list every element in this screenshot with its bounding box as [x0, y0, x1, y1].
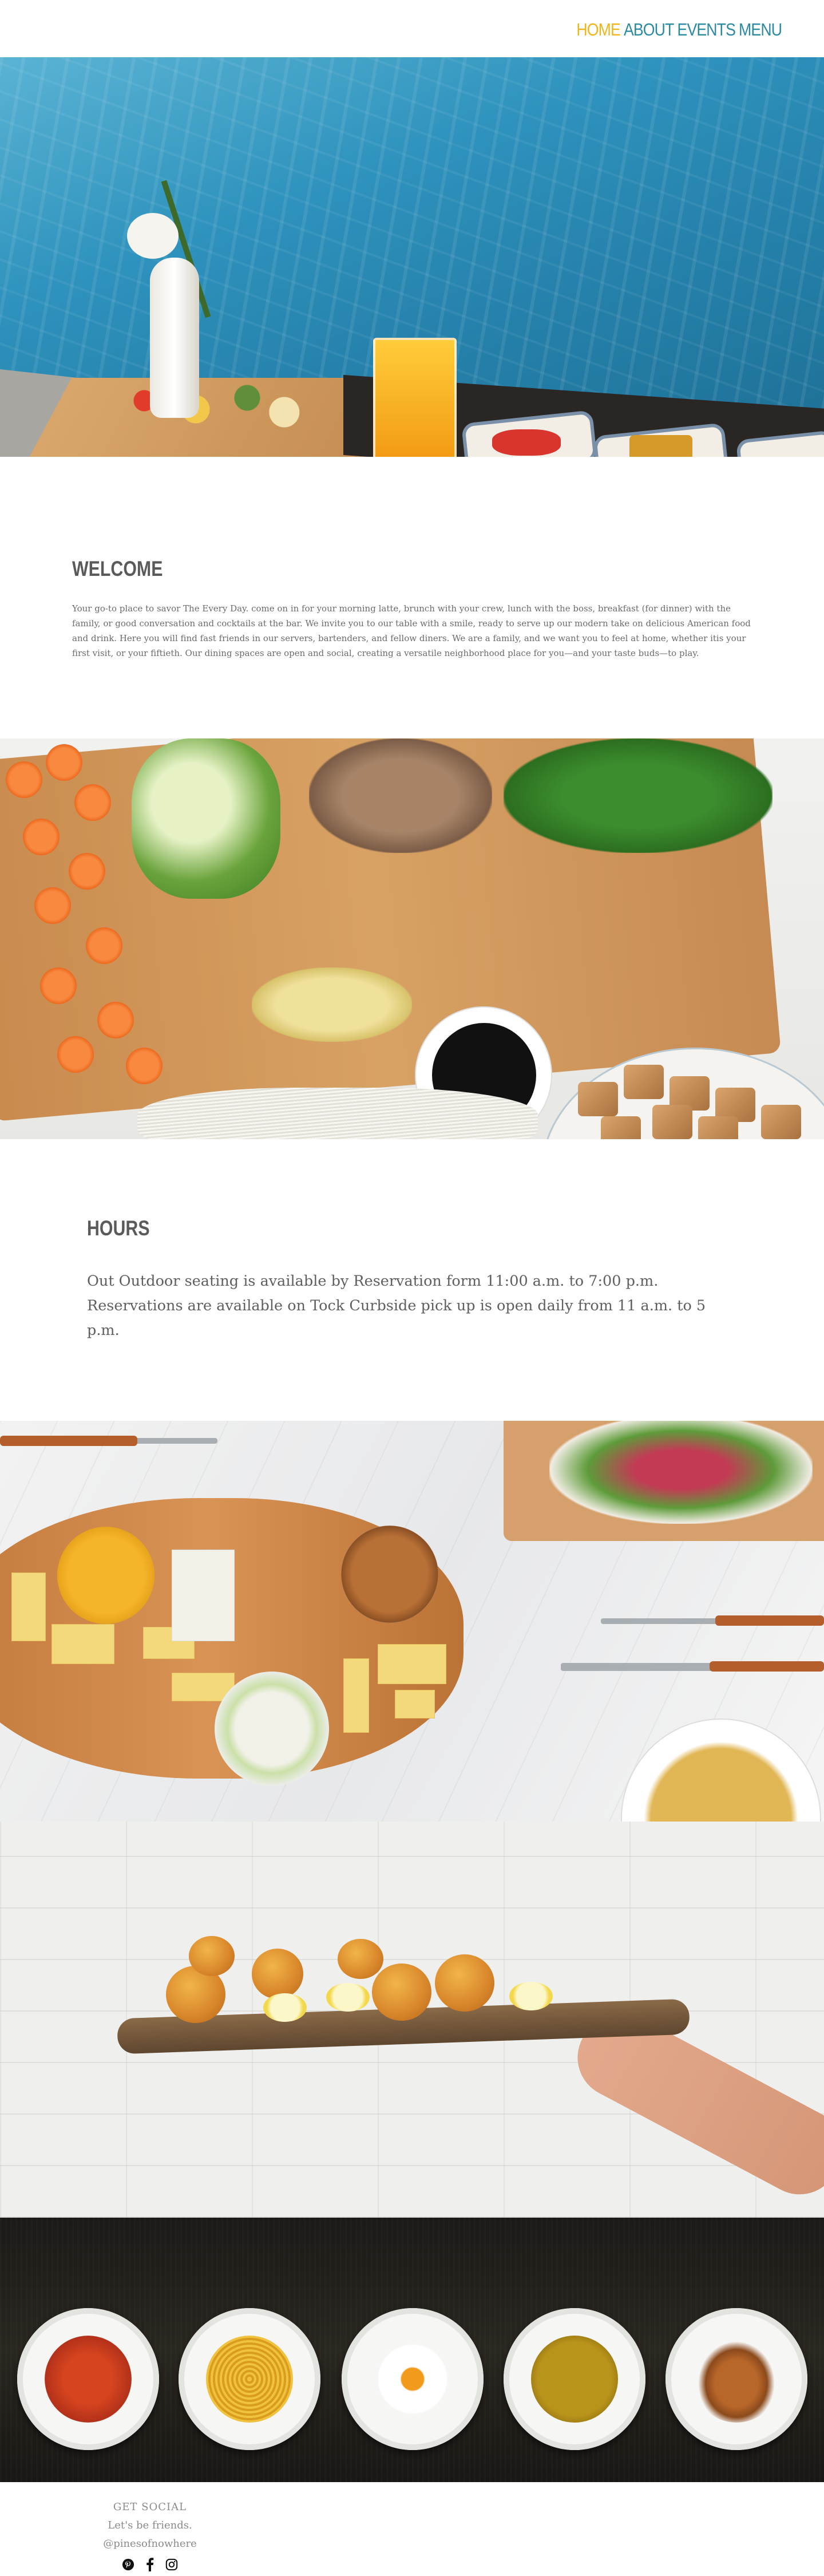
lemon-wedge	[326, 1983, 370, 2012]
carrot-slice	[23, 819, 60, 855]
fork-handle	[715, 1615, 824, 1626]
social-icons	[60, 2558, 240, 2571]
cheese-block	[378, 1644, 446, 1684]
white-flower	[127, 213, 179, 259]
cheese-block	[395, 1690, 435, 1718]
cheese-board-image	[0, 1421, 824, 1822]
facebook-icon[interactable]	[143, 2558, 157, 2571]
carrot-slice	[86, 927, 122, 964]
lemon-wedge	[509, 1982, 553, 2010]
footer: GET SOCIAL Let's be friends. @pinesofnow…	[0, 2482, 824, 2571]
vegetables-image	[0, 738, 824, 1139]
carrot-slice	[57, 1036, 94, 1073]
hours-line-pickup: Reservations are available on Tock Curbs…	[87, 1297, 706, 1339]
tomato-stew	[45, 2336, 132, 2423]
tomato-slices	[492, 429, 561, 456]
carrot-slice	[69, 853, 105, 890]
carrot-slice	[97, 1002, 134, 1038]
plate-puree	[504, 2308, 645, 2450]
dip-bowl	[215, 1672, 329, 1786]
salad	[549, 1421, 813, 1524]
hours-text: Out Outdoor seating is available by Rese…	[87, 1269, 737, 1343]
honeycomb	[629, 435, 692, 457]
plate-soup	[17, 2308, 159, 2450]
carrot-slice	[6, 761, 42, 798]
tofu-cube	[761, 1105, 801, 1139]
hours-line-outdoor: Out Outdoor seating is available by Rese…	[87, 1273, 659, 1290]
welcome-title: WELCOME	[72, 557, 163, 580]
lemon-wedge	[263, 1993, 307, 2022]
croquettes-image	[0, 1822, 824, 2218]
snack-assortment	[103, 378, 309, 435]
orange-juice-glass	[373, 338, 457, 457]
croquette	[435, 1954, 494, 2012]
tofu-cube	[624, 1065, 664, 1099]
blue-cheese	[172, 1550, 235, 1641]
social-handle: Let's be friends. @pinesofnowhere	[103, 2519, 197, 2550]
carrot-slice	[46, 744, 82, 781]
pinterest-icon[interactable]	[121, 2558, 135, 2571]
carrot-slice	[40, 967, 77, 1004]
plates-image	[0, 2218, 824, 2482]
fried-egg	[369, 2336, 456, 2423]
hero-image	[0, 57, 824, 457]
rice-noodles	[137, 1088, 538, 1139]
herbs	[504, 738, 772, 853]
croquette	[372, 1963, 431, 2021]
croquette	[189, 1936, 235, 1976]
nav-menu[interactable]: MENU	[739, 19, 782, 40]
hours-title: HOURS	[87, 1216, 150, 1240]
welcome-section: WELCOME Your go-to place to savor The Ev…	[0, 457, 824, 738]
knife-handle	[710, 1661, 824, 1672]
plate-croissant	[665, 2308, 807, 2450]
cheese-block	[11, 1573, 46, 1641]
main-nav: HOME ABOUT EVENTS MENU	[576, 19, 782, 40]
tofu-cube	[578, 1082, 618, 1116]
pea-soup	[531, 2336, 618, 2423]
social-block: GET SOCIAL Let's be friends. @pinesofnow…	[60, 2498, 240, 2571]
chopped-garlic	[252, 967, 412, 1042]
honey-bowl	[57, 1527, 154, 1624]
cheese-block	[343, 1658, 369, 1733]
plate-noodles	[179, 2308, 320, 2450]
cheese-block	[52, 1624, 114, 1664]
carrot-slice	[126, 1048, 163, 1084]
nav-events[interactable]: EVENTS	[677, 19, 735, 40]
top-bar: HOME ABOUT EVENTS MENU	[0, 0, 824, 57]
carrot-slice	[74, 784, 111, 821]
mushrooms	[309, 738, 492, 853]
plate-egg	[342, 2308, 484, 2450]
croissants	[693, 2336, 780, 2423]
croquette	[252, 1949, 303, 1999]
social-title: GET SOCIAL	[113, 2501, 187, 2513]
nav-about[interactable]: ABOUT	[624, 19, 674, 40]
welcome-body: Your go-to place to savor The Every Day.…	[72, 603, 751, 658]
nav-home[interactable]: HOME	[576, 19, 620, 40]
tofu-cube	[601, 1116, 641, 1139]
noodles	[206, 2336, 293, 2423]
green-onions	[132, 738, 280, 899]
pecan-bowl	[341, 1526, 438, 1623]
carrot-slice	[34, 887, 71, 924]
croquette	[338, 1939, 383, 1979]
fork-handle	[0, 1436, 137, 1446]
instagram-icon[interactable]	[165, 2558, 179, 2571]
hours-section: HOURS Out Outdoor seating is available b…	[0, 1139, 824, 1421]
tofu-cube	[698, 1116, 738, 1139]
tofu-cube	[652, 1105, 692, 1139]
flower-vase	[150, 258, 199, 418]
